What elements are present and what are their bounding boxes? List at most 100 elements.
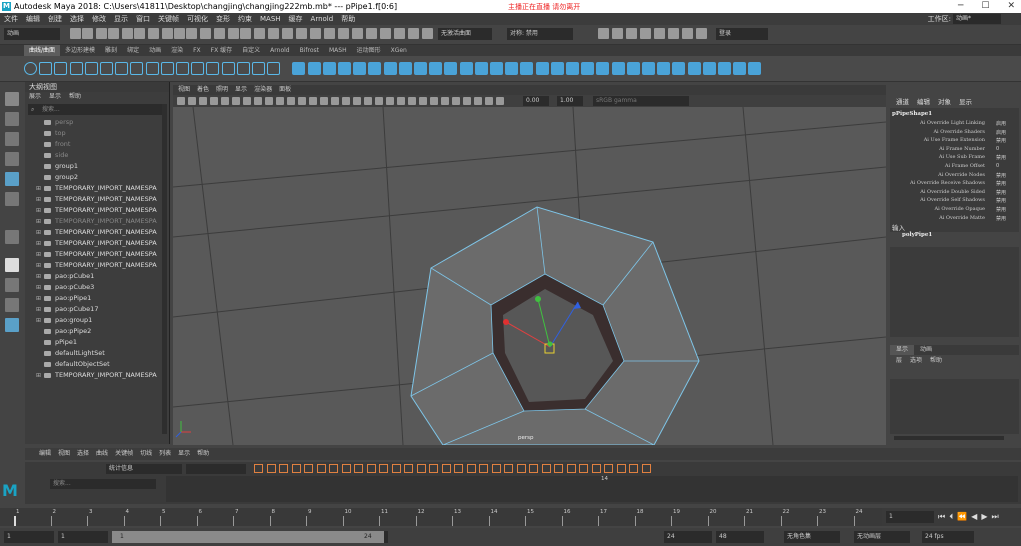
expand-icon[interactable]: ⊞	[36, 238, 41, 249]
outliner-item[interactable]: ⊞ pao:pCube3	[25, 282, 169, 293]
shelf-tool-icon[interactable]	[24, 62, 37, 75]
graph-tool-icon[interactable]	[266, 464, 276, 473]
menu-item[interactable]: MASH	[260, 13, 281, 25]
shelf-tab[interactable]: 渲染	[166, 45, 188, 56]
shelf-tool-icon[interactable]	[520, 62, 534, 75]
graph-tool-icon[interactable]	[504, 464, 513, 473]
outliner-item[interactable]: group1	[25, 161, 169, 172]
toolbar-icon[interactable]	[394, 28, 405, 39]
shelf-tool-icon[interactable]	[505, 62, 519, 75]
shelf-tool-icon[interactable]	[69, 62, 83, 75]
graph-tool-icon[interactable]	[479, 464, 488, 473]
select-tool-icon[interactable]	[5, 92, 19, 106]
outliner-item[interactable]: ⊞ pao:pCube1	[25, 271, 169, 282]
graph-editor-menu-item[interactable]: 选择	[77, 448, 89, 460]
viewport-tool-icon[interactable]	[177, 97, 185, 105]
toolbar-icon[interactable]	[422, 28, 433, 39]
shelf-tab[interactable]: 自定义	[237, 45, 265, 56]
graph-editor-menu-item[interactable]: 切线	[140, 448, 152, 460]
close-button[interactable]: ✕	[1007, 0, 1015, 13]
graph-editor-menu-item[interactable]: 曲线	[96, 448, 108, 460]
viewport-tool-icon[interactable]	[496, 97, 504, 105]
toolbar-icon[interactable]	[640, 28, 651, 39]
shelf-tool-icon[interactable]	[221, 62, 235, 75]
toolbar-icon[interactable]	[82, 28, 93, 39]
menu-item[interactable]: 约束	[238, 13, 252, 25]
attribute-value[interactable]: 禁用	[996, 197, 1006, 204]
shelf-tool-icon[interactable]	[718, 62, 731, 75]
expand-icon[interactable]: ⊞	[36, 293, 41, 304]
layer-tab[interactable]: 动画	[914, 345, 938, 355]
attribute-name[interactable]: Ai Use Sub Frame	[939, 154, 985, 160]
step-back-icon[interactable]: ⏴	[949, 512, 953, 522]
last-tool-icon[interactable]	[5, 230, 19, 244]
attribute-name[interactable]: Ai Override Self Shadows	[920, 197, 985, 203]
graph-tool-icon[interactable]	[379, 464, 388, 473]
shelf-tool-icon[interactable]	[702, 62, 716, 75]
shelf-tool-icon[interactable]	[160, 62, 174, 75]
go-end-icon[interactable]: ⏭	[991, 512, 998, 522]
outliner-menu-item[interactable]: 帮助	[69, 92, 81, 102]
shelf-tool-icon[interactable]	[145, 62, 159, 75]
viewport-tool-icon[interactable]	[243, 97, 251, 105]
viewport-menu-item[interactable]: 视图	[178, 85, 190, 95]
expand-icon[interactable]: ⊞	[36, 282, 41, 293]
shelf-tab[interactable]: 运动图形	[352, 45, 386, 56]
shelf-tab[interactable]: 雕刻	[100, 45, 122, 56]
shelf-tool-icon[interactable]	[100, 62, 113, 75]
current-frame-field[interactable]: 1	[886, 511, 934, 523]
color-space-select[interactable]: sRGB gamma	[593, 96, 689, 106]
outliner-search-input[interactable]: 搜索...	[42, 106, 60, 113]
fps-select[interactable]: 24 fps	[922, 531, 974, 543]
toolbar-icon[interactable]	[352, 28, 363, 39]
shelf-tool-icon[interactable]	[657, 62, 671, 75]
attribute-name[interactable]: Ai Frame Offset	[945, 163, 985, 169]
graph-tool-icon[interactable]	[554, 464, 563, 473]
outliner-menu-item[interactable]: 展示	[29, 92, 41, 102]
prev-key-icon[interactable]: ⏪	[957, 512, 967, 522]
expand-icon[interactable]: ⊞	[36, 260, 41, 271]
viewport-menu-item[interactable]: 显示	[235, 85, 247, 95]
shelf-tab[interactable]: 多边形建模	[60, 45, 100, 56]
toolbar-icon[interactable]	[108, 28, 119, 39]
toolbar-icon[interactable]	[380, 28, 391, 39]
menu-item[interactable]: 关键帧	[158, 13, 179, 25]
graph-tool-icon[interactable]	[329, 464, 338, 473]
attribute-value[interactable]: 禁用	[996, 180, 1006, 187]
graph-tool-icon[interactable]	[341, 464, 351, 473]
graph-tool-icon[interactable]	[254, 464, 263, 473]
graph-tool-icon[interactable]	[279, 464, 288, 473]
outliner-item[interactable]: ⊞ pao:pPipe1	[25, 293, 169, 304]
menu-item[interactable]: 可视化	[187, 13, 208, 25]
play-icon[interactable]: ▶	[981, 512, 987, 522]
stats-value[interactable]	[186, 464, 246, 474]
outliner-item[interactable]: persp	[25, 117, 169, 128]
outliner-item[interactable]: defaultObjectSet	[25, 359, 169, 370]
graph-tool-icon[interactable]	[629, 464, 638, 473]
shelf-tool-icon[interactable]	[611, 62, 625, 75]
graph-tool-icon[interactable]	[291, 464, 301, 473]
perspective-viewport[interactable]: persp	[173, 107, 886, 445]
menu-item[interactable]: 帮助	[341, 13, 355, 25]
outliner-item[interactable]: ⊞ TEMPORARY_IMPORT_NAMESPA	[25, 249, 169, 260]
go-start-icon[interactable]: ⏮	[938, 512, 945, 522]
toolbar-icon[interactable]	[148, 28, 159, 39]
shelf-tool-icon[interactable]	[550, 62, 564, 75]
attribute-value[interactable]: 禁用	[996, 206, 1006, 213]
viewport-tool-icon[interactable]	[309, 97, 317, 105]
viewport-tool-icon[interactable]	[419, 97, 427, 105]
viewport-tool-icon[interactable]	[298, 97, 306, 105]
shelf-tool-icon[interactable]	[54, 62, 68, 75]
outliner-item[interactable]: ⊞ pao:group1	[25, 315, 169, 326]
shelf-tool-icon[interactable]	[206, 62, 220, 75]
layer-scrollbar[interactable]	[894, 436, 1004, 440]
symmetry-select[interactable]: 对称: 禁用	[507, 28, 573, 40]
shelf-tool-icon[interactable]	[338, 62, 351, 75]
toolbar-icon[interactable]	[338, 28, 349, 39]
viewport-tool-icon[interactable]	[199, 97, 207, 105]
scale-tool-icon[interactable]	[5, 192, 19, 206]
menu-item[interactable]: 修改	[92, 13, 106, 25]
graph-editor-menu-item[interactable]: 视图	[58, 448, 70, 460]
anim-layer-select[interactable]: 无动画层	[854, 531, 910, 543]
shelf-tool-icon[interactable]	[672, 62, 686, 75]
